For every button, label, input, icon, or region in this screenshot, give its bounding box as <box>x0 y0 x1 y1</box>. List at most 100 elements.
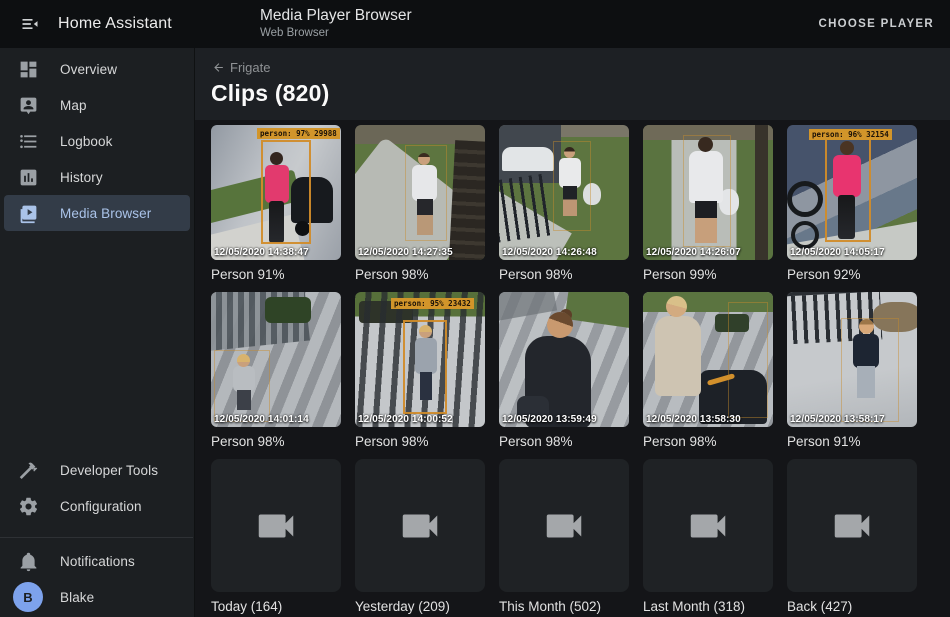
clip-timestamp-overlay: 12/05/2020 14:05:17 <box>790 247 885 258</box>
clip-timestamp-overlay: 12/05/2020 14:01:14 <box>214 414 309 425</box>
fence-shape <box>499 173 555 242</box>
top-app-bar: Home Assistant Media Player Browser Web … <box>0 0 950 48</box>
video-camera-icon <box>829 503 875 549</box>
thumbnail-scenery <box>715 314 749 332</box>
person-figure <box>233 366 255 392</box>
clip-timestamp-overlay: 12/05/2020 13:59:49 <box>502 414 597 425</box>
clip-caption: Person 98% <box>355 267 485 284</box>
clip-timestamp-overlay: 12/05/2020 14:00:52 <box>358 414 453 425</box>
sidebar-item-configuration[interactable]: Configuration <box>0 488 193 524</box>
folder-thumbnail <box>499 459 629 592</box>
clip-card[interactable]: 12/05/2020 14:26:07 Person 99% <box>643 125 773 284</box>
play-box-multiple-icon <box>17 202 39 224</box>
page-title: Media Player Browser <box>260 6 412 26</box>
trash-bag-shape <box>583 183 601 205</box>
account-map-icon <box>17 94 39 116</box>
clip-card[interactable]: person: 96% 32154 12/05/2020 14:05:17 Pe… <box>787 125 917 284</box>
sidebar-item-overview[interactable]: Overview <box>0 51 194 87</box>
clip-card[interactable]: 12/05/2020 14:26:48 Person 98% <box>499 125 629 284</box>
folder-label: Yesterday (209) <box>355 599 485 616</box>
thumbnail-scenery <box>449 140 485 260</box>
folder-thumbnail <box>211 459 341 592</box>
page-title-block: Media Player Browser Web Browser <box>260 6 412 40</box>
folder-card-this-month[interactable]: This Month (502) <box>499 459 629 616</box>
clip-thumbnail: 12/05/2020 13:58:17 <box>787 292 917 427</box>
clip-thumbnail: 12/05/2020 14:27:35 <box>355 125 485 260</box>
thumbnail-scenery <box>643 292 773 312</box>
folder-thumbnail <box>643 459 773 592</box>
thumbnail-scenery <box>873 302 917 332</box>
clip-caption: Person 91% <box>211 267 341 284</box>
clip-thumbnail: 12/05/2020 14:26:07 <box>643 125 773 260</box>
clip-thumbnail: 12/05/2020 14:01:14 <box>211 292 341 427</box>
folder-card-last-month[interactable]: Last Month (318) <box>643 459 773 616</box>
bell-icon <box>17 550 39 572</box>
gear-icon <box>17 495 39 517</box>
sidebar-item-map[interactable]: Map <box>0 87 194 123</box>
sidebar-footer-nav: Notifications B Blake <box>0 543 193 615</box>
clip-thumbnail: 12/05/2020 13:59:49 <box>499 292 629 427</box>
chart-box-icon <box>17 166 39 188</box>
thumbnail-scenery <box>755 125 768 260</box>
folder-label: Today (164) <box>211 599 341 616</box>
list-bulleted-icon <box>17 130 39 152</box>
folder-thumbnail <box>355 459 485 592</box>
sidebar-item-media-browser[interactable]: Media Browser <box>4 195 190 231</box>
folder-thumbnail <box>787 459 917 592</box>
clip-thumbnail: 12/05/2020 14:26:48 <box>499 125 629 260</box>
person-figure <box>265 165 289 203</box>
sidebar-toggle-button[interactable] <box>16 10 44 38</box>
clip-card[interactable]: 12/05/2020 14:27:35 Person 98% <box>355 125 485 284</box>
clip-timestamp-overlay: 12/05/2020 13:58:30 <box>646 414 741 425</box>
clip-card[interactable]: person: 97% 29988 12/05/2020 14:38:47 Pe… <box>211 125 341 284</box>
hammer-icon <box>17 459 39 481</box>
clip-caption: Person 98% <box>355 434 485 451</box>
sidebar-item-history[interactable]: History <box>0 159 194 195</box>
detection-label: person: 95% 23432 <box>391 298 474 309</box>
clip-card[interactable]: person: 95% 23432 12/05/2020 14:00:52 Pe… <box>355 292 485 451</box>
clip-caption: Person 98% <box>499 434 629 451</box>
video-camera-icon <box>541 503 587 549</box>
clip-timestamp-overlay: 12/05/2020 14:26:07 <box>646 247 741 258</box>
folder-label: This Month (502) <box>499 599 629 616</box>
stroller-shape <box>291 177 333 223</box>
folder-card-back[interactable]: Back (427) <box>787 459 917 616</box>
page-subtitle: Web Browser <box>260 26 412 40</box>
clip-thumbnail: 12/05/2020 13:58:30 <box>643 292 773 427</box>
clip-caption: Person 98% <box>211 434 341 451</box>
back-link[interactable]: Frigate <box>212 60 270 75</box>
sidebar: Overview Map Logbook History Media Brows… <box>0 48 195 617</box>
app-title: Home Assistant <box>58 15 172 33</box>
clip-timestamp-overlay: 12/05/2020 13:58:17 <box>790 414 885 425</box>
content-header: Frigate Clips (820) <box>195 48 950 120</box>
thumbnail-scenery <box>565 292 629 329</box>
folder-label: Back (427) <box>787 599 917 616</box>
view-dashboard-icon <box>17 58 39 80</box>
sidebar-item-profile[interactable]: B Blake <box>0 579 193 615</box>
person-figure <box>689 151 723 203</box>
sidebar-item-developer-tools[interactable]: Developer Tools <box>0 452 193 488</box>
clip-card[interactable]: 12/05/2020 13:59:49 Person 98% <box>499 292 629 451</box>
clip-timestamp-overlay: 12/05/2020 14:27:35 <box>358 247 453 258</box>
sidebar-main-nav: Overview Map Logbook History Media Brows… <box>0 48 194 231</box>
clips-heading: Clips (820) <box>211 80 330 107</box>
folder-card-today[interactable]: Today (164) <box>211 459 341 616</box>
sidebar-item-logbook[interactable]: Logbook <box>0 123 194 159</box>
clip-timestamp-overlay: 12/05/2020 14:38:47 <box>214 247 309 258</box>
clip-card[interactable]: 12/05/2020 14:01:14 Person 98% <box>211 292 341 451</box>
clip-card[interactable]: 12/05/2020 13:58:17 Person 91% <box>787 292 917 451</box>
detection-label: person: 97% 29988 <box>257 128 340 139</box>
avatar: B <box>13 582 43 612</box>
choose-player-button[interactable]: CHOOSE PLAYER <box>818 0 934 48</box>
clip-caption: Person 98% <box>643 434 773 451</box>
clip-caption: Person 98% <box>499 267 629 284</box>
clip-caption: Person 99% <box>643 267 773 284</box>
folder-label: Last Month (318) <box>643 599 773 616</box>
folder-card-yesterday[interactable]: Yesterday (209) <box>355 459 485 616</box>
video-camera-icon <box>685 503 731 549</box>
clip-card[interactable]: 12/05/2020 13:58:30 Person 98% <box>643 292 773 451</box>
home-assistant-app: Home Assistant Media Player Browser Web … <box>0 0 950 617</box>
person-figure <box>655 316 701 396</box>
sidebar-item-notifications[interactable]: Notifications <box>0 543 193 579</box>
clip-caption: Person 92% <box>787 267 917 284</box>
